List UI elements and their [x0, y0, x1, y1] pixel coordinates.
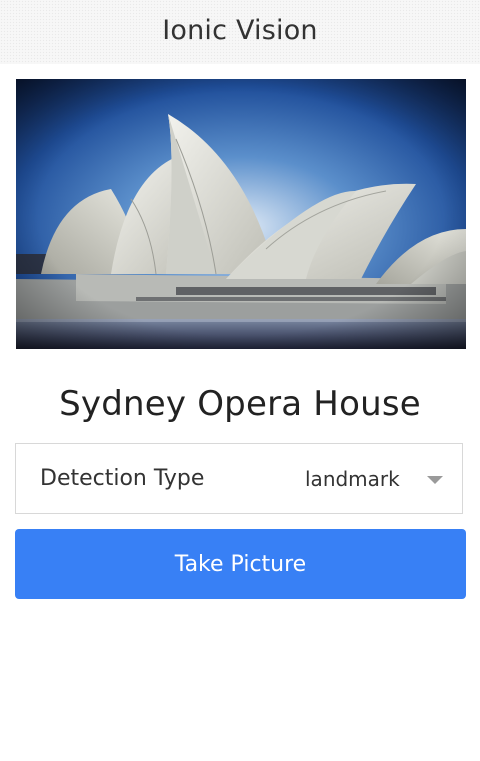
detection-type-select[interactable]: Detection Type landmark: [15, 443, 463, 514]
caret-down-icon[interactable]: [427, 476, 443, 484]
detection-type-label: Detection Type: [40, 466, 205, 491]
app-title: Ionic Vision: [162, 14, 318, 46]
app-header: Ionic Vision: [0, 0, 480, 64]
detection-type-value[interactable]: landmark: [305, 467, 400, 491]
captured-photo: [16, 79, 466, 349]
take-picture-button[interactable]: Take Picture: [15, 529, 466, 599]
detection-result-title: Sydney Opera House: [59, 384, 421, 424]
